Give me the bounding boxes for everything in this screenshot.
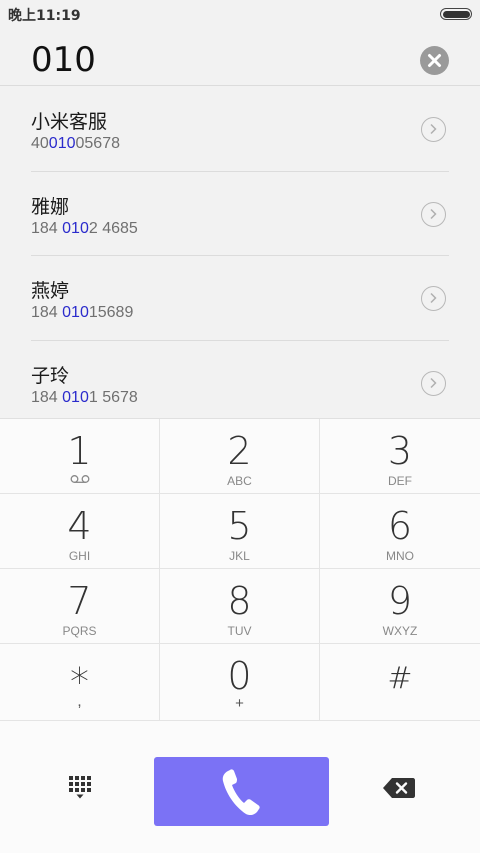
call-button[interactable]: [154, 757, 329, 826]
dial-input-row: 010: [0, 28, 480, 86]
contact-detail-button[interactable]: [421, 201, 446, 227]
number-match: 010: [62, 304, 89, 321]
contact-results-list: 小米客服 4001005678 雅娜 184 0102 4685 燕婷 184 …: [0, 87, 480, 425]
key-digit: 7: [67, 579, 92, 623]
key-star[interactable]: * ,: [0, 644, 160, 721]
voicemail-icon: [70, 475, 90, 483]
chevron-right-icon: [430, 208, 437, 219]
number-match: 010: [62, 219, 89, 237]
phone-icon: [222, 769, 260, 816]
chevron-right-icon: [430, 377, 437, 388]
key-digit: 3: [387, 429, 413, 473]
key-digit: 1: [67, 429, 92, 473]
contact-detail-button[interactable]: [421, 117, 446, 142]
contact-result[interactable]: 小米客服 4001005678: [31, 87, 449, 172]
chevron-right-icon: [430, 123, 437, 135]
contact-number: 4001005678: [31, 135, 120, 152]
contact-detail-button[interactable]: [421, 286, 446, 311]
key-letters: WXYZ: [382, 624, 418, 638]
key-letters: +: [235, 695, 244, 712]
key-digit: 0: [227, 654, 252, 698]
contact-detail-button[interactable]: [421, 370, 446, 396]
contact-number: 184 01015689: [31, 304, 134, 321]
contact-number: 184 0101 5678: [31, 388, 138, 406]
backspace-icon: [383, 778, 415, 798]
key-6[interactable]: 6 MNO: [320, 494, 480, 569]
key-digit: 2: [227, 429, 252, 473]
key-digit: 8: [227, 579, 252, 623]
key-letters: GHI: [68, 549, 91, 563]
backspace-button[interactable]: [382, 776, 416, 800]
key-1[interactable]: 1: [0, 419, 160, 494]
key-7[interactable]: 7 PQRS: [0, 569, 160, 644]
key-5[interactable]: 5 JKL: [160, 494, 320, 569]
key-letters: PQRS: [62, 624, 97, 638]
contact-name: 小米客服: [31, 111, 108, 133]
key-letters: ,: [77, 693, 82, 710]
key-4[interactable]: 4 GHI: [0, 494, 160, 569]
contact-name: 雅娜: [31, 195, 70, 218]
key-8[interactable]: 8 TUV: [160, 569, 320, 644]
key-digit: #: [387, 661, 413, 696]
key-letters: ABC: [227, 474, 252, 488]
key-letters: DEF: [388, 474, 412, 488]
key-letters: MNO: [386, 549, 414, 563]
dialpad: 1 2 ABC 3 DEF 4 GHI 5 JKL 6 MNO 7 PQRS 8…: [0, 418, 480, 721]
contact-name: 子玲: [31, 364, 70, 387]
contact-name: 燕婷: [31, 280, 70, 302]
status-time: 晚上11:19: [8, 8, 81, 24]
battery-icon: [440, 8, 472, 20]
contact-result[interactable]: 燕婷 184 01015689: [31, 256, 449, 341]
key-digit: 4: [67, 504, 92, 548]
key-digit: 6: [387, 504, 413, 548]
key-9[interactable]: 9 WXYZ: [320, 569, 480, 644]
contact-result[interactable]: 雅娜 184 0102 4685: [31, 172, 449, 256]
key-hash[interactable]: #: [320, 644, 480, 721]
contact-number: 184 0102 4685: [31, 219, 138, 237]
key-digit: 5: [227, 504, 252, 548]
key-2[interactable]: 2 ABC: [160, 419, 320, 494]
number-match: 010: [62, 388, 89, 406]
clear-icon: [428, 54, 441, 67]
key-0[interactable]: 0 +: [160, 644, 320, 721]
dialpad-icon: [69, 776, 91, 799]
key-letters: JKL: [229, 549, 250, 563]
number-match: 010: [48, 135, 76, 152]
clear-button[interactable]: [420, 46, 449, 75]
dialer-action-bar: [0, 720, 480, 853]
key-3[interactable]: 3 DEF: [320, 419, 480, 494]
dialpad-toggle-button[interactable]: [66, 773, 94, 801]
key-letters: TUV: [227, 624, 252, 638]
chevron-right-icon: [430, 292, 437, 304]
dialed-number[interactable]: 010: [31, 40, 96, 80]
status-bar: 晚上11:19: [0, 0, 480, 28]
contact-result[interactable]: 子玲 184 0101 5678: [31, 341, 449, 426]
key-digit: 9: [387, 579, 413, 623]
